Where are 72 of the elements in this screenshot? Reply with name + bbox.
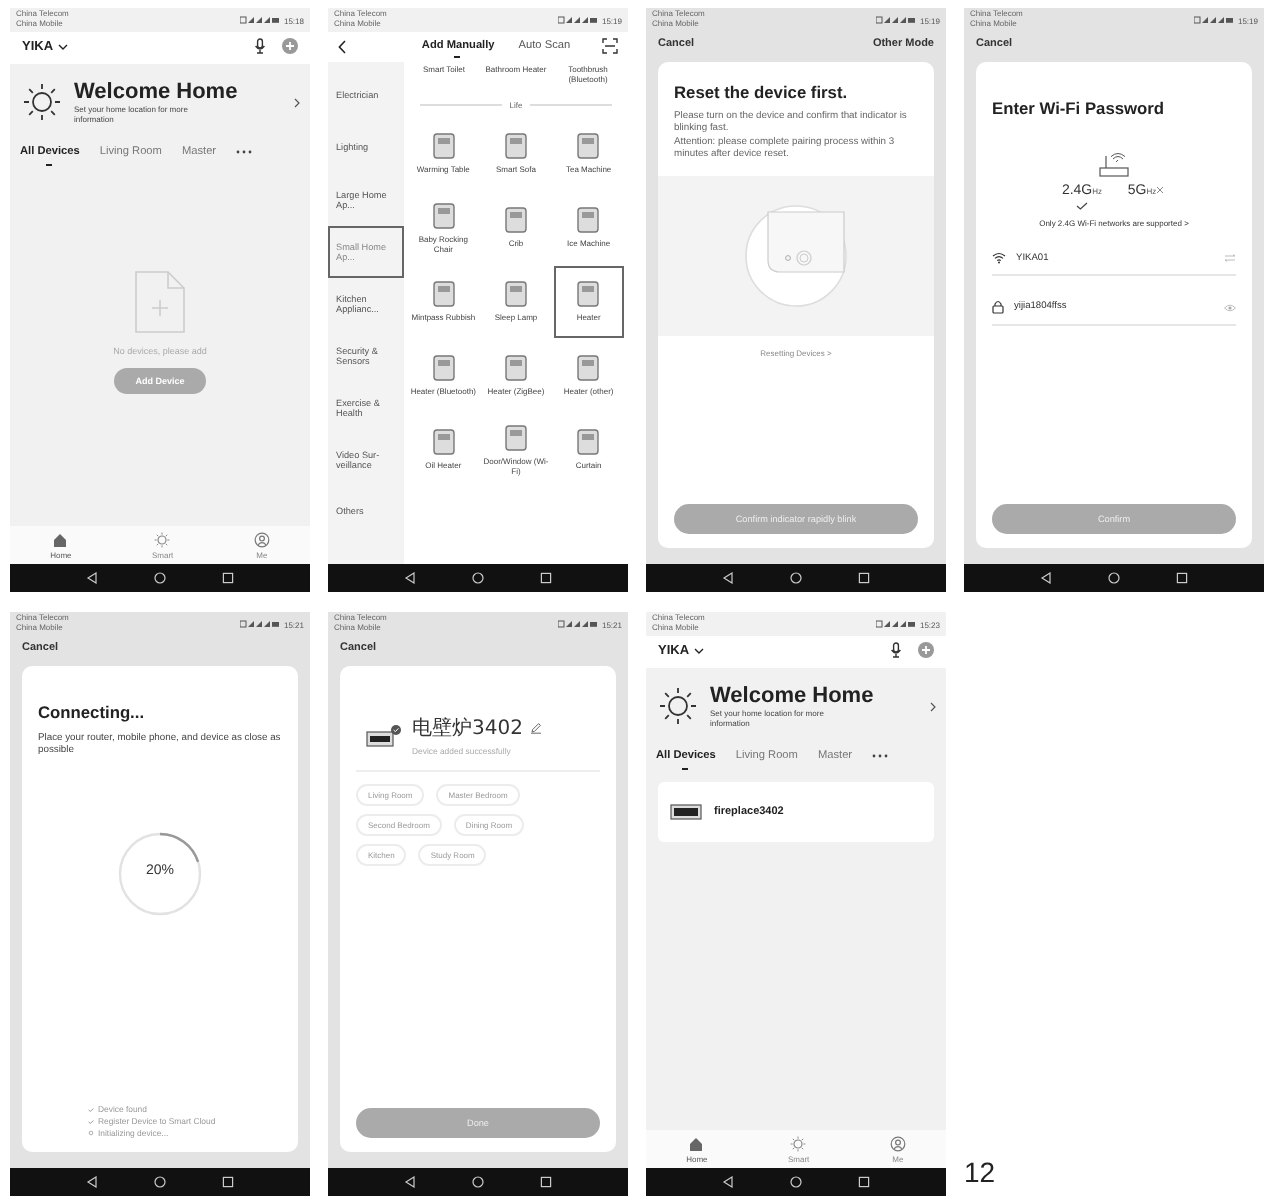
more-icon[interactable]: [872, 753, 889, 758]
home-icon[interactable]: [472, 1176, 484, 1188]
person-icon: [253, 532, 270, 548]
page-number: 12: [964, 1156, 996, 1188]
status-icons: [875, 16, 916, 24]
appliance-icon: [503, 354, 528, 383]
device-reset-drawing: [744, 203, 848, 308]
person-icon: [889, 1136, 906, 1152]
appliance-icon: [576, 280, 601, 309]
sun-icon: [22, 82, 62, 123]
add-icon[interactable]: [918, 642, 934, 658]
recent-apps-icon[interactable]: [222, 572, 234, 584]
empty-file-icon: [134, 269, 186, 334]
recent-apps-icon[interactable]: [858, 572, 870, 584]
card-title: Reset the device first.: [674, 82, 850, 102]
add-icon[interactable]: [282, 38, 298, 54]
status-icons: [557, 620, 598, 628]
fireplace-icon: [366, 723, 402, 747]
recent-apps-icon[interactable]: [222, 1176, 234, 1188]
recent-apps-icon[interactable]: [858, 1176, 870, 1188]
home-icon[interactable]: [154, 1176, 166, 1188]
appliance-icon: [576, 354, 601, 383]
home-icon[interactable]: [472, 572, 484, 584]
card-title: Enter Wi-Fi Password: [992, 98, 1167, 118]
appliance-icon: [503, 280, 528, 309]
welcome-title: Welcome Home: [710, 684, 876, 708]
home-icon[interactable]: [1108, 572, 1120, 584]
welcome-title: Welcome Home: [74, 80, 240, 104]
house-icon: [688, 1136, 705, 1152]
appliance-icon: [431, 280, 456, 309]
sun-icon: [790, 1136, 807, 1152]
house-icon: [52, 532, 69, 548]
appliance-icon: [431, 202, 456, 231]
more-icon[interactable]: [236, 149, 253, 154]
progress-ring: [114, 827, 206, 920]
appliance-icon: [503, 132, 528, 161]
caret-icon: [693, 647, 704, 653]
appliance-icon: [431, 428, 456, 457]
appliance-icon: [503, 424, 528, 453]
chevron-right-icon[interactable]: [294, 97, 300, 108]
appliance-icon: [431, 132, 456, 161]
appliance-icon: [576, 206, 601, 235]
status-icons: [239, 16, 280, 24]
status-icons: [557, 16, 598, 24]
status-icons: [1193, 16, 1234, 24]
sun-icon: [154, 532, 171, 548]
microphone-icon[interactable]: [890, 642, 902, 658]
home-icon[interactable]: [790, 1176, 802, 1188]
appliance-icon: [503, 206, 528, 235]
microphone-icon[interactable]: [254, 38, 266, 54]
home-icon[interactable]: [790, 572, 802, 584]
status-icons: [239, 620, 280, 628]
home-icon[interactable]: [154, 572, 166, 584]
card-title: Connecting...: [38, 702, 147, 722]
router-icon: [1098, 150, 1130, 178]
recent-apps-icon[interactable]: [540, 572, 552, 584]
wifi-icon: [992, 252, 1006, 264]
caret-icon: [57, 43, 68, 49]
appliance-icon: [576, 132, 601, 161]
appliance-icon: [431, 354, 456, 383]
scan-icon[interactable]: [602, 38, 618, 54]
recent-apps-icon[interactable]: [1176, 572, 1188, 584]
back-icon[interactable]: [338, 39, 346, 53]
device-name: 电壁炉3402: [412, 715, 523, 742]
appliance-icon: [576, 428, 601, 457]
status-icons: [875, 620, 916, 628]
lock-icon: [992, 300, 1004, 314]
sun-icon: [658, 686, 698, 727]
pencil-icon[interactable]: [530, 722, 543, 734]
chevron-right-icon[interactable]: [930, 701, 936, 712]
recent-apps-icon[interactable]: [540, 1176, 552, 1188]
fireplace-icon: [670, 803, 702, 820]
